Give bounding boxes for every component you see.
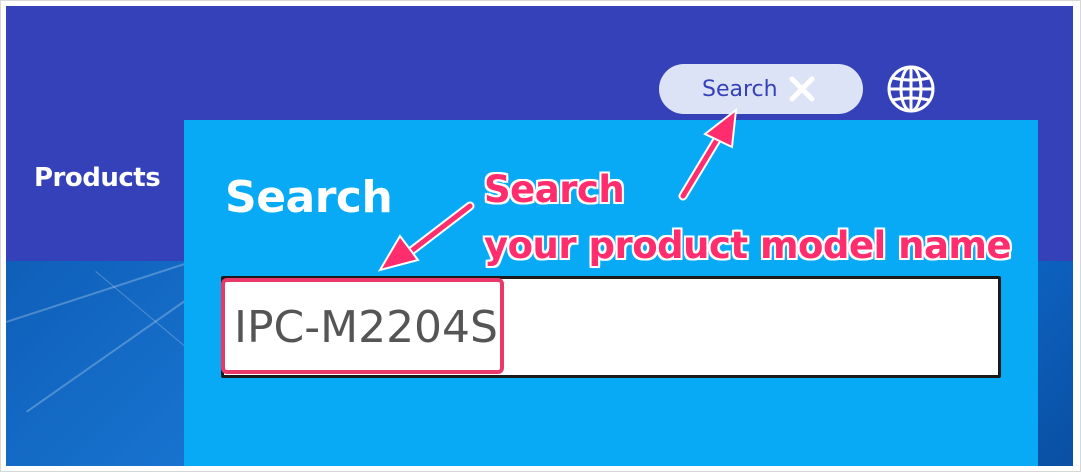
nav-products-link[interactable]: Products	[34, 163, 161, 193]
search-toggle-button[interactable]: Search	[659, 64, 863, 114]
annotation-line-2: your product model name	[484, 224, 1012, 267]
globe-icon[interactable]	[885, 63, 937, 115]
search-panel-title: Search	[225, 172, 393, 223]
annotation-text: Search your product model name	[484, 162, 1012, 274]
search-input[interactable]	[221, 276, 1001, 378]
annotation-line-1: Search	[484, 168, 625, 211]
search-toggle-label: Search	[702, 76, 778, 102]
close-icon[interactable]	[788, 75, 816, 103]
